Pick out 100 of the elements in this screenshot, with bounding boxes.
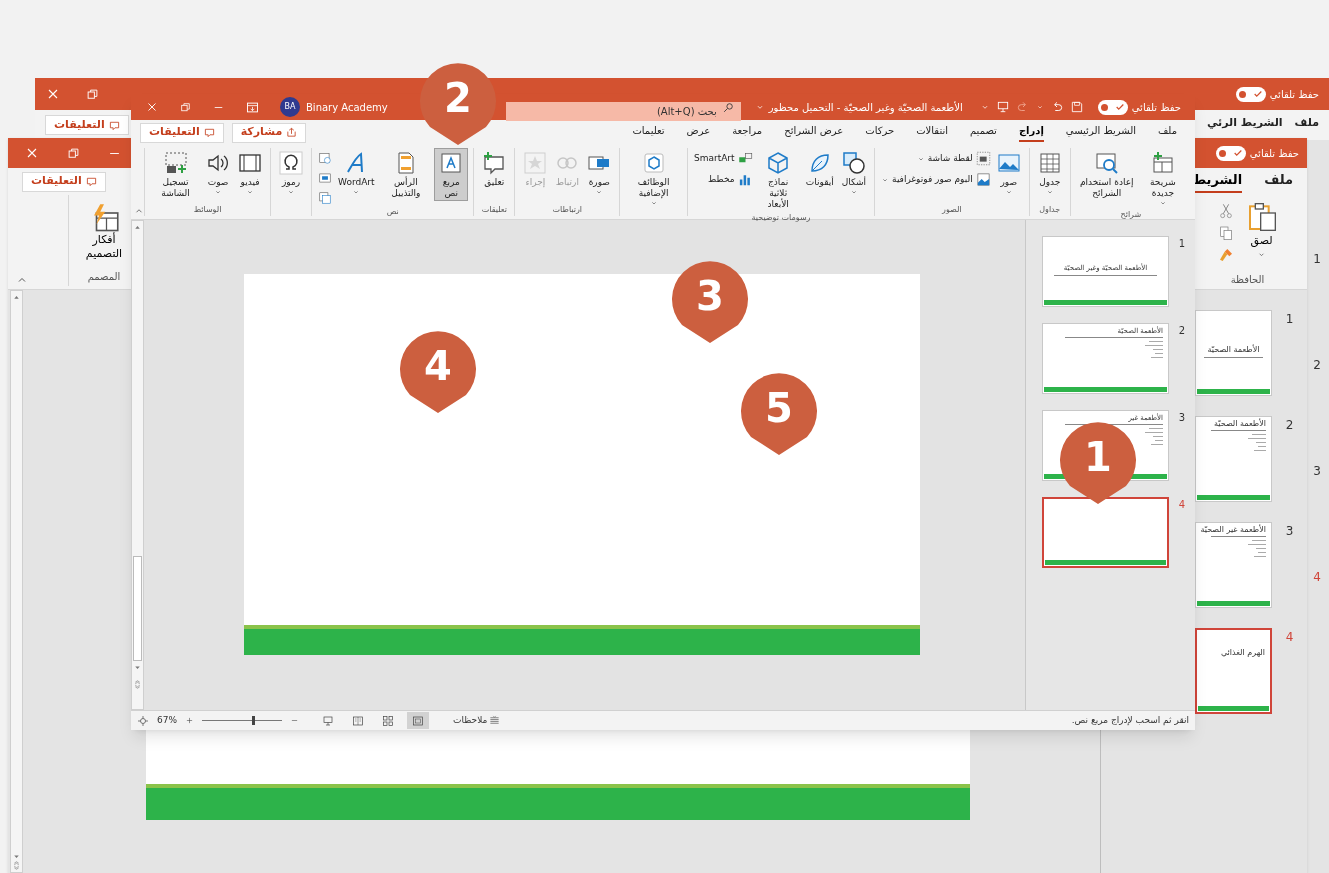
account-avatar[interactable]: BA	[280, 97, 300, 117]
ribbon-tab[interactable]: ملف	[1294, 114, 1319, 136]
group-label: تعليقات	[481, 204, 507, 216]
save-icon[interactable]	[1069, 100, 1084, 114]
ribbon-button[interactable]: لقطة شاشة	[880, 150, 992, 167]
notes-button[interactable]: ملاحظات	[453, 713, 501, 728]
ribbon-tab[interactable]: الشريط الرئي	[1206, 114, 1283, 136]
ribbon-tab[interactable]: ملف	[1264, 169, 1293, 194]
ribbon-icon-button[interactable]	[317, 150, 334, 166]
group-label: شرائح	[1120, 209, 1142, 221]
ribbon-tab[interactable]: انتقالات	[916, 123, 948, 142]
fit-icon[interactable]	[137, 714, 149, 727]
group-label: الصور	[942, 204, 962, 216]
ribbon-tab[interactable]: تصميم	[969, 123, 997, 142]
ribbon-button[interactable]: جدول	[1034, 148, 1065, 198]
ribbon-tab[interactable]: إدراج	[1018, 123, 1044, 142]
ribbon-icon-button[interactable]	[317, 170, 334, 186]
scrollbar-thumb[interactable]	[133, 556, 142, 661]
ribbon-button[interactable]: شريحة جديدة	[1139, 148, 1186, 209]
autosave-toggle[interactable]	[1215, 145, 1246, 161]
ribbon-button[interactable]: صورة	[584, 148, 615, 198]
scissors-icon[interactable]	[1217, 203, 1234, 219]
cube-icon	[766, 151, 791, 175]
ribbon-tab[interactable]: حركات	[865, 123, 895, 142]
page-arrows-icon	[12, 861, 21, 870]
ribbon-button[interactable]: SmartArt	[692, 150, 754, 167]
ribbon-button[interactable]: رموز	[276, 148, 307, 198]
new-slide-icon	[1150, 151, 1175, 175]
slide-sorter-icon	[382, 714, 394, 727]
view-button[interactable]	[407, 712, 429, 729]
caret-icon[interactable]	[1035, 103, 1044, 111]
copy-icon[interactable]	[1217, 225, 1234, 241]
zoom-in-icon[interactable]	[185, 716, 194, 725]
ribbon-button[interactable]: إعادة استخدام الشرائح	[1075, 148, 1138, 201]
share-button[interactable]: مشاركة	[231, 122, 307, 143]
caret-icon	[649, 199, 658, 207]
callout-marker: 2	[418, 60, 498, 146]
slide-thumbnail[interactable]: الأطعمة الصحيّة	[1195, 310, 1272, 396]
slide-thumbnail[interactable]: الهرم الغذائي	[1195, 628, 1272, 714]
ribbon-icon-button[interactable]	[317, 190, 334, 206]
comments-button[interactable]: التعليقات	[22, 171, 106, 192]
ribbon-tab[interactable]: مراجعة	[732, 123, 763, 142]
autosave-toggle[interactable]	[1235, 86, 1266, 102]
ribbon-button[interactable]: أفكار التصميم	[79, 203, 129, 261]
restore-icon[interactable]	[179, 100, 192, 114]
group-label: الوسائط	[193, 204, 222, 216]
ribbon-button[interactable]: فيديو	[235, 148, 266, 198]
restore-icon[interactable]	[85, 86, 100, 102]
brush-icon[interactable]	[1217, 247, 1234, 263]
autosave-label: حفظ تلقائي	[1269, 87, 1319, 102]
scrollbar[interactable]	[10, 290, 23, 873]
scrollbar[interactable]	[131, 220, 144, 710]
callout-marker: 5	[739, 370, 819, 456]
ribbon-tab[interactable]: تعليمات	[632, 123, 665, 142]
scroll-down-icon	[12, 852, 21, 861]
ribbon-button[interactable]: WordArt	[335, 148, 378, 198]
slide-title: الأطعمة الصحيّة	[1213, 419, 1266, 429]
slide-thumbnail[interactable]: الأطعمة غير الصحيّة	[1195, 522, 1272, 608]
callout-marker: 3	[670, 258, 750, 344]
presentation-icon[interactable]	[995, 100, 1010, 114]
window-layout-icon[interactable]	[245, 99, 260, 115]
slide-thumbnail[interactable]	[1042, 497, 1169, 568]
ribbon-tab[interactable]: ملف	[1157, 123, 1177, 142]
ribbon-button[interactable]: صوت	[203, 148, 234, 198]
caret-icon	[246, 188, 255, 196]
restore-icon[interactable]	[66, 145, 81, 161]
caret-icon	[595, 188, 604, 196]
autosave-toggle[interactable]	[1097, 99, 1128, 115]
slides-search-icon	[1094, 151, 1119, 175]
ribbon-tab[interactable]: عرض	[686, 123, 711, 142]
shapes-icon	[841, 151, 866, 175]
paste-button[interactable]: لصق	[1245, 201, 1278, 259]
text-box-icon	[439, 151, 464, 175]
slide-number: 2	[1313, 357, 1321, 374]
slide-number: 1	[1284, 311, 1295, 328]
ribbon-button[interactable]: البوم صور فوتوغرافية	[880, 171, 992, 188]
ribbon-tab[interactable]: عرض الشرائح	[784, 123, 844, 142]
comments-button[interactable]: التعليقات	[140, 122, 224, 143]
comments-button[interactable]: التعليقات	[45, 115, 129, 135]
ribbon-button[interactable]: تعليق	[479, 148, 510, 190]
ribbon-button[interactable]: صور	[993, 148, 1024, 198]
check-icon	[1232, 148, 1243, 158]
ribbon-button[interactable]: أيقونات	[802, 148, 837, 190]
ribbon-button[interactable]: مخطط	[692, 171, 754, 188]
slide-thumbnail[interactable]: الأطعمة الصحيّة	[1195, 416, 1272, 502]
screenshot-icon	[975, 151, 991, 166]
ribbon-button[interactable]: مربع نص	[434, 148, 469, 201]
search-field[interactable]: بحث (Alt+Q)	[505, 101, 741, 121]
ribbon-button[interactable]: الرأس والتذييل	[379, 148, 433, 201]
ribbon-button[interactable]: أشكال	[838, 148, 870, 198]
slide-number: 4	[1313, 569, 1321, 586]
ribbon-button[interactable]: تسجيل الشاشة	[150, 148, 202, 201]
screen-recording-icon	[163, 151, 188, 175]
zoom-level[interactable]: 67%	[157, 713, 177, 728]
ribbon-tab[interactable]: الشريط الرئيسي	[1065, 123, 1136, 142]
group-label: ارتباطات	[552, 204, 583, 216]
ribbon-button[interactable]: نماذج ثلاثية الأبعاد	[755, 148, 801, 212]
ribbon-button[interactable]: الوظائف الإضافية	[625, 148, 682, 209]
bar-chart-icon	[737, 172, 753, 187]
photo-album-icon	[975, 172, 991, 187]
